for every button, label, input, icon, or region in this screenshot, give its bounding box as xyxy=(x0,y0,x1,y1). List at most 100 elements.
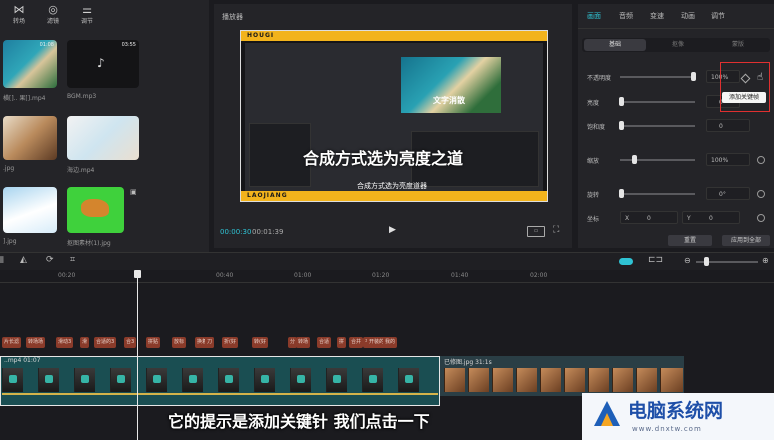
text-chip[interactable]: 合适 xyxy=(317,337,332,348)
saturation-slider[interactable] xyxy=(620,125,695,127)
watermark-url: www.dnxtw.com xyxy=(632,425,702,433)
clip-frame xyxy=(326,368,347,392)
media-label: .jpg xyxy=(3,165,15,172)
media-item-bgm[interactable]: 03:55 ♪ xyxy=(67,40,139,88)
clip-frame xyxy=(290,368,311,392)
media-item-tiger[interactable] xyxy=(67,187,124,233)
playhead-handle[interactable] xyxy=(134,270,141,278)
subtab-keying[interactable]: 抠像 xyxy=(648,39,708,51)
play-button[interactable]: ▶ xyxy=(389,225,396,235)
rotate-value[interactable]: 0° xyxy=(706,187,750,200)
text-chip[interactable]: 片长滤 xyxy=(2,337,22,348)
text-chip[interactable]: 滑 xyxy=(80,337,90,348)
music-note-icon: ♪ xyxy=(97,56,105,70)
clip-frame xyxy=(612,368,633,392)
text-chip[interactable]: 放标 xyxy=(172,337,187,348)
tab-audio[interactable]: 音频 xyxy=(619,11,633,21)
keyframe-highlight-box xyxy=(720,62,770,112)
clip-frame xyxy=(468,368,489,392)
brightness-slider[interactable] xyxy=(620,101,695,103)
clip-1-audio-line xyxy=(2,393,438,395)
text-chip[interactable]: 滑动3 xyxy=(56,337,74,348)
text-chip[interactable]: 合并 xyxy=(349,337,364,348)
clip-frame xyxy=(492,368,513,392)
opacity-slider[interactable] xyxy=(620,76,695,78)
tab-divider xyxy=(578,28,774,29)
rotate-slider-knob[interactable] xyxy=(619,189,624,198)
preview-inner-text: 文字消散 xyxy=(433,96,465,105)
position-keyframe-icon[interactable] xyxy=(757,214,765,222)
position-y-field[interactable]: Y 0 xyxy=(682,211,740,224)
crop-icon[interactable]: ⌗ xyxy=(70,255,75,265)
tab-picture[interactable]: 画面 xyxy=(587,11,601,21)
scale-slider-knob[interactable] xyxy=(632,155,637,164)
mirror-icon[interactable]: ◭ xyxy=(20,255,27,265)
keyframe-tooltip: 添加关键帧 xyxy=(722,92,766,103)
opacity-slider-knob[interactable] xyxy=(691,72,696,81)
text-chip[interactable]: 转场 xyxy=(296,337,311,348)
playhead[interactable] xyxy=(137,272,138,440)
rotate-label: 旋转 xyxy=(587,192,600,199)
preview-top-band-text: HOUGI xyxy=(247,32,275,39)
apply-all-button[interactable]: 应用到全部 xyxy=(722,235,770,246)
media-duration: 01:08 xyxy=(39,42,54,48)
text-chip[interactable]: 合适的3 xyxy=(94,337,117,348)
text-chip[interactable]: 拼贴 xyxy=(146,337,161,348)
tab-adjust[interactable]: 调节 xyxy=(711,11,725,21)
video-clip-2-label: 已修图.jpg 31:1s xyxy=(444,359,492,366)
ruler-tick: 00:40 xyxy=(216,272,234,279)
clip-frame xyxy=(146,368,167,392)
position-y-value: 0 xyxy=(709,215,713,222)
watermark-title: 电脑系统网 xyxy=(628,400,724,422)
zoom-in-icon[interactable]: ⊕ xyxy=(762,256,769,265)
media-item-seaside[interactable] xyxy=(67,116,139,160)
preview-bottom-band-text: LAOJIANG xyxy=(247,192,288,199)
text-chip[interactable]: 拼 xyxy=(337,337,347,348)
text-chip[interactable]: 刀 xyxy=(205,337,215,348)
rotate-icon[interactable]: ⟳ xyxy=(46,255,54,265)
scale-value[interactable]: 100% xyxy=(706,153,750,166)
tiger-figure xyxy=(81,199,109,217)
toolbar-adjust[interactable]: ⚌ 调节 xyxy=(72,4,102,26)
preview-top-band xyxy=(241,31,547,41)
saturation-value[interactable]: 0 xyxy=(706,119,750,132)
text-chip[interactable]: 转(好 xyxy=(252,337,268,348)
cursor-hand-icon: ☝ xyxy=(757,72,764,83)
preview-sub-caption: 合成方式选为亮度道器 xyxy=(357,182,427,190)
toolbar-transition[interactable]: ⋈ 转场 xyxy=(4,4,34,26)
tab-speed[interactable]: 变速 xyxy=(650,11,664,21)
subtab-mask[interactable]: 蒙版 xyxy=(708,39,768,51)
media-item-beach[interactable]: 01:08 xyxy=(3,40,57,88)
total-time: 00:01:39 xyxy=(252,228,284,236)
ratio-button[interactable]: ▭ xyxy=(527,226,545,237)
zoom-out-icon[interactable]: ⊖ xyxy=(684,256,691,265)
split-icon[interactable]: ⫴ xyxy=(0,256,4,266)
saturation-slider-knob[interactable] xyxy=(619,121,624,130)
text-chip[interactable]: 合3 xyxy=(124,337,137,348)
position-x-field[interactable]: X 0 xyxy=(620,211,678,224)
zoom-slider-knob[interactable] xyxy=(704,257,709,266)
scale-keyframe-icon[interactable] xyxy=(757,156,765,164)
current-time: 00:00:30 xyxy=(220,228,252,236)
reset-button[interactable]: 重置 xyxy=(668,235,712,246)
toolbar-filter-label: 滤镜 xyxy=(46,18,59,25)
text-chip[interactable]: 转场场 xyxy=(26,337,46,348)
subtab-basic[interactable]: 基础 xyxy=(584,39,646,51)
rotate-slider[interactable] xyxy=(620,193,695,195)
media-item-clouds[interactable] xyxy=(3,187,57,233)
media-item-food[interactable] xyxy=(3,116,57,160)
toolbar-filter[interactable]: ◎ 滤镜 xyxy=(38,4,68,26)
brightness-slider-knob[interactable] xyxy=(619,97,624,106)
preview-main-caption: 合成方式选为亮度之道 xyxy=(303,149,464,168)
fullscreen-icon[interactable]: ⛶ xyxy=(553,225,559,235)
link-icon[interactable]: ⊏⊐ xyxy=(648,255,663,265)
magnet-toggle[interactable] xyxy=(619,258,633,265)
clip-frame xyxy=(516,368,537,392)
tab-animation[interactable]: 动画 xyxy=(681,11,695,21)
clip-frame xyxy=(660,368,683,392)
preview-frame: HOUGI 文字消散 合成方式选为亮度之道 合成方式选为亮度道器 LAOJIAN… xyxy=(240,30,548,202)
text-chip[interactable]: 我的 xyxy=(383,337,398,348)
text-chip[interactable]: 折(好 xyxy=(222,337,238,348)
rotate-keyframe-icon[interactable] xyxy=(757,190,765,198)
clip-frame xyxy=(2,368,23,392)
